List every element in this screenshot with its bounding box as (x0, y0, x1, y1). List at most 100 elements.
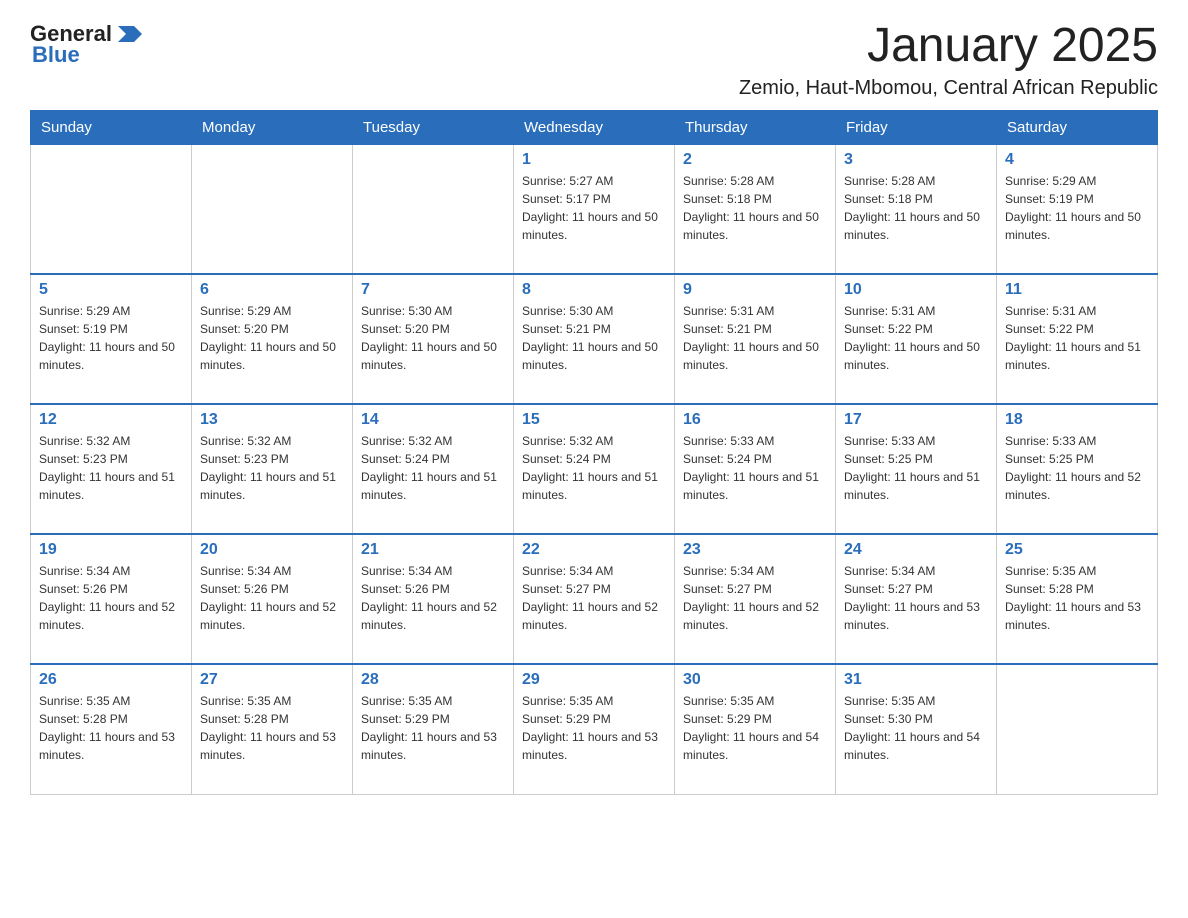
day-info: Sunrise: 5:33 AMSunset: 5:25 PMDaylight:… (1005, 432, 1149, 504)
day-info: Sunrise: 5:30 AMSunset: 5:21 PMDaylight:… (522, 302, 666, 374)
weekday-header-friday: Friday (836, 110, 997, 144)
calendar-cell: 21 Sunrise: 5:34 AMSunset: 5:26 PMDayligh… (353, 534, 514, 664)
day-info: Sunrise: 5:35 AMSunset: 5:28 PMDaylight:… (39, 692, 183, 764)
day-number: 7 (361, 281, 505, 299)
day-info: Sunrise: 5:34 AMSunset: 5:26 PMDaylight:… (361, 562, 505, 634)
calendar-cell: 4Sunrise: 5:29 AMSunset: 5:19 PMDaylight… (997, 144, 1158, 274)
day-info: Sunrise: 5:29 AMSunset: 5:19 PMDaylight:… (1005, 172, 1149, 244)
day-number: 30 (683, 671, 827, 689)
calendar-cell: 31Sunrise: 5:35 AMSunset: 5:30 PMDayligh… (836, 664, 997, 794)
calendar-cell: 12Sunrise: 5:32 AMSunset: 5:23 PMDayligh… (31, 404, 192, 534)
day-info: Sunrise: 5:34 AMSunset: 5:26 PMDaylight:… (200, 562, 344, 634)
calendar-cell: 13 Sunrise: 5:32 AMSunset: 5:23 PMDayligh… (192, 404, 353, 534)
day-number: 3 (844, 151, 988, 169)
weekday-header-saturday: Saturday (997, 110, 1158, 144)
day-info: Sunrise: 5:32 AMSunset: 5:23 PMDaylight:… (200, 432, 344, 504)
weekday-header-wednesday: Wednesday (514, 110, 675, 144)
calendar-cell: 18 Sunrise: 5:33 AMSunset: 5:25 PMDayligh… (997, 404, 1158, 534)
calendar-cell (31, 144, 192, 274)
day-info: Sunrise: 5:29 AMSunset: 5:19 PMDaylight:… (39, 302, 183, 374)
day-number: 20 (200, 541, 344, 559)
day-number: 10 (844, 281, 988, 299)
day-info: Sunrise: 5:27 AMSunset: 5:17 PMDaylight:… (522, 172, 666, 244)
calendar-table: SundayMondayTuesdayWednesdayThursdayFrid… (30, 110, 1158, 795)
day-info: Sunrise: 5:28 AMSunset: 5:18 PMDaylight:… (683, 172, 827, 244)
weekday-header-tuesday: Tuesday (353, 110, 514, 144)
title-section: January 2025 Zemio, Haut-Mbomou, Central… (739, 20, 1158, 100)
day-number: 18 (1005, 411, 1149, 429)
day-number: 11 (1005, 281, 1149, 299)
day-info: Sunrise: 5:32 AMSunset: 5:24 PMDaylight:… (522, 432, 666, 504)
day-number: 9 (683, 281, 827, 299)
day-info: Sunrise: 5:34 AMSunset: 5:27 PMDaylight:… (522, 562, 666, 634)
day-number: 17 (844, 411, 988, 429)
logo-text-blue: Blue (32, 42, 80, 68)
day-info: Sunrise: 5:35 AMSunset: 5:28 PMDaylight:… (1005, 562, 1149, 634)
calendar-header-row: SundayMondayTuesdayWednesdayThursdayFrid… (31, 110, 1158, 144)
day-number: 26 (39, 671, 183, 689)
day-number: 22 (522, 541, 666, 559)
day-number: 29 (522, 671, 666, 689)
day-info: Sunrise: 5:35 AMSunset: 5:29 PMDaylight:… (683, 692, 827, 764)
calendar-cell: 30 Sunrise: 5:35 AMSunset: 5:29 PMDayligh… (675, 664, 836, 794)
day-number: 5 (39, 281, 183, 299)
day-info: Sunrise: 5:30 AMSunset: 5:20 PMDaylight:… (361, 302, 505, 374)
calendar-week-row: 19Sunrise: 5:34 AMSunset: 5:26 PMDayligh… (31, 534, 1158, 664)
day-info: Sunrise: 5:33 AMSunset: 5:25 PMDaylight:… (844, 432, 988, 504)
day-number: 24 (844, 541, 988, 559)
day-info: Sunrise: 5:31 AMSunset: 5:21 PMDaylight:… (683, 302, 827, 374)
calendar-cell: 5 Sunrise: 5:29 AMSunset: 5:19 PMDaylight… (31, 274, 192, 404)
weekday-header-monday: Monday (192, 110, 353, 144)
day-number: 23 (683, 541, 827, 559)
calendar-cell: 15Sunrise: 5:32 AMSunset: 5:24 PMDayligh… (514, 404, 675, 534)
day-info: Sunrise: 5:34 AMSunset: 5:27 PMDaylight:… (844, 562, 988, 634)
calendar-cell: 6Sunrise: 5:29 AMSunset: 5:20 PMDaylight… (192, 274, 353, 404)
calendar-cell (192, 144, 353, 274)
calendar-cell: 27Sunrise: 5:35 AMSunset: 5:28 PMDayligh… (192, 664, 353, 794)
calendar-cell: 25 Sunrise: 5:35 AMSunset: 5:28 PMDayligh… (997, 534, 1158, 664)
calendar-cell: 11Sunrise: 5:31 AMSunset: 5:22 PMDayligh… (997, 274, 1158, 404)
calendar-cell: 1Sunrise: 5:27 AMSunset: 5:17 PMDaylight… (514, 144, 675, 274)
day-info: Sunrise: 5:35 AMSunset: 5:29 PMDaylight:… (522, 692, 666, 764)
day-number: 31 (844, 671, 988, 689)
calendar-week-row: 26 Sunrise: 5:35 AMSunset: 5:28 PMDayligh… (31, 664, 1158, 794)
day-info: Sunrise: 5:29 AMSunset: 5:20 PMDaylight:… (200, 302, 344, 374)
calendar-cell: 14 Sunrise: 5:32 AMSunset: 5:24 PMDayligh… (353, 404, 514, 534)
logo: General Blue (30, 20, 142, 68)
day-number: 12 (39, 411, 183, 429)
weekday-header-thursday: Thursday (675, 110, 836, 144)
day-number: 14 (361, 411, 505, 429)
day-number: 21 (361, 541, 505, 559)
day-info: Sunrise: 5:31 AMSunset: 5:22 PMDaylight:… (844, 302, 988, 374)
day-info: Sunrise: 5:35 AMSunset: 5:29 PMDaylight:… (361, 692, 505, 764)
calendar-cell: 22 Sunrise: 5:34 AMSunset: 5:27 PMDayligh… (514, 534, 675, 664)
calendar-cell: 10 Sunrise: 5:31 AMSunset: 5:22 PMDayligh… (836, 274, 997, 404)
day-info: Sunrise: 5:34 AMSunset: 5:27 PMDaylight:… (683, 562, 827, 634)
logo-arrow-icon (114, 20, 142, 48)
calendar-cell: 24 Sunrise: 5:34 AMSunset: 5:27 PMDayligh… (836, 534, 997, 664)
calendar-cell: 29 Sunrise: 5:35 AMSunset: 5:29 PMDayligh… (514, 664, 675, 794)
weekday-header-sunday: Sunday (31, 110, 192, 144)
calendar-cell: 16Sunrise: 5:33 AMSunset: 5:24 PMDayligh… (675, 404, 836, 534)
calendar-cell: 28Sunrise: 5:35 AMSunset: 5:29 PMDayligh… (353, 664, 514, 794)
calendar-cell: 19Sunrise: 5:34 AMSunset: 5:26 PMDayligh… (31, 534, 192, 664)
page-header: General Blue January 2025 Zemio, Haut-Mb… (30, 20, 1158, 100)
calendar-cell (997, 664, 1158, 794)
calendar-cell: 7 Sunrise: 5:30 AMSunset: 5:20 PMDaylight… (353, 274, 514, 404)
day-number: 13 (200, 411, 344, 429)
calendar-week-row: 5 Sunrise: 5:29 AMSunset: 5:19 PMDaylight… (31, 274, 1158, 404)
day-number: 2 (683, 151, 827, 169)
calendar-cell: 17 Sunrise: 5:33 AMSunset: 5:25 PMDayligh… (836, 404, 997, 534)
day-info: Sunrise: 5:32 AMSunset: 5:24 PMDaylight:… (361, 432, 505, 504)
calendar-cell: 9 Sunrise: 5:31 AMSunset: 5:21 PMDaylight… (675, 274, 836, 404)
location-title: Zemio, Haut-Mbomou, Central African Repu… (739, 77, 1158, 100)
day-info: Sunrise: 5:33 AMSunset: 5:24 PMDaylight:… (683, 432, 827, 504)
calendar-week-row: 1Sunrise: 5:27 AMSunset: 5:17 PMDaylight… (31, 144, 1158, 274)
day-number: 25 (1005, 541, 1149, 559)
calendar-cell: 2 Sunrise: 5:28 AMSunset: 5:18 PMDaylight… (675, 144, 836, 274)
calendar-cell: 8Sunrise: 5:30 AMSunset: 5:21 PMDaylight… (514, 274, 675, 404)
day-info: Sunrise: 5:28 AMSunset: 5:18 PMDaylight:… (844, 172, 988, 244)
calendar-cell: 23 Sunrise: 5:34 AMSunset: 5:27 PMDayligh… (675, 534, 836, 664)
calendar-cell: 20 Sunrise: 5:34 AMSunset: 5:26 PMDayligh… (192, 534, 353, 664)
calendar-cell (353, 144, 514, 274)
